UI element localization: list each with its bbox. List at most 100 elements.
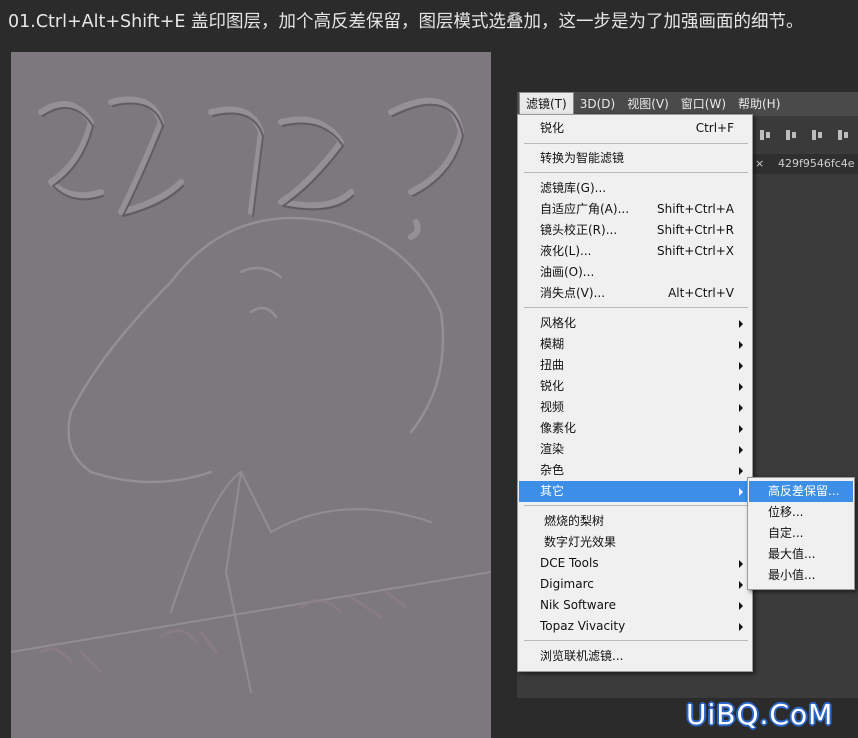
submenu-item-minimum[interactable]: 最小值...	[749, 565, 853, 586]
menu-item-label: 转换为智能滤镜	[540, 151, 625, 165]
align-bottom-icon[interactable]	[758, 127, 772, 143]
submenu-item-label: 最小值...	[768, 568, 816, 582]
submenu-item-offset[interactable]: 位移...	[749, 502, 853, 523]
menu-filter[interactable]: 滤镜(T)	[519, 92, 574, 116]
submenu-arrow-icon	[739, 341, 743, 349]
menu-separator	[524, 307, 748, 308]
menu-item-label: 模糊	[540, 337, 565, 351]
menu-item-video[interactable]: 视频	[519, 397, 751, 418]
distribute-icon[interactable]	[836, 127, 850, 143]
submenu-arrow-icon	[739, 446, 743, 454]
menu-item-burning-pear[interactable]: 燃烧的梨树	[519, 511, 751, 532]
menu-item-adaptive-wide-angle[interactable]: 自适应广角(A)... Shift+Ctrl+A	[519, 199, 751, 220]
close-tab-icon[interactable]: ×	[755, 154, 764, 174]
menu-3d[interactable]: 3D(D)	[574, 93, 621, 115]
menu-item-liquify[interactable]: 液化(L)... Shift+Ctrl+X	[519, 241, 751, 262]
menu-bar: 滤镜(T) 3D(D) 视图(V) 窗口(W) 帮助(H)	[517, 92, 858, 116]
menu-item-label: 燃烧的梨树	[544, 514, 605, 528]
submenu-arrow-icon	[739, 425, 743, 433]
menu-item-pixelate[interactable]: 像素化	[519, 418, 751, 439]
menu-window[interactable]: 窗口(W)	[675, 93, 732, 115]
menu-separator	[524, 172, 748, 173]
menu-item-render[interactable]: 渲染	[519, 439, 751, 460]
menu-separator	[524, 640, 748, 641]
menu-item-shortcut: Ctrl+F	[695, 121, 734, 135]
document-tab-name: 429f9546fc4e	[778, 157, 855, 170]
menu-item-blur[interactable]: 模糊	[519, 334, 751, 355]
filter-menu: 锐化 Ctrl+F 转换为智能滤镜 滤镜库(G)... 自适应广角(A)... …	[517, 114, 753, 672]
menu-item-label: 自适应广角(A)...	[540, 202, 630, 216]
submenu-item-label: 自定...	[768, 526, 804, 540]
menu-item-browse-online[interactable]: 浏览联机滤镜...	[519, 646, 751, 667]
menu-item-shortcut: Alt+Ctrl+V	[668, 286, 734, 300]
menu-item-label: 风格化	[540, 316, 577, 330]
menu-item-shortcut: Shift+Ctrl+R	[656, 223, 734, 237]
menu-item-oil-paint[interactable]: 油画(O)...	[519, 262, 751, 283]
menu-item-label: Digimarc	[540, 577, 594, 591]
menu-item-noise[interactable]: 杂色	[519, 460, 751, 481]
canvas-artwork	[11, 52, 491, 738]
align-hcenter-icon[interactable]	[784, 127, 798, 143]
submenu-arrow-icon	[739, 320, 743, 328]
menu-help[interactable]: 帮助(H)	[732, 93, 786, 115]
menu-item-label: 锐化	[540, 379, 565, 393]
menu-item-digimarc[interactable]: Digimarc	[519, 574, 751, 595]
menu-item-label: 油画(O)...	[540, 265, 595, 279]
menu-item-nik-software[interactable]: Nik Software	[519, 595, 751, 616]
menu-item-label: 液化(L)...	[540, 244, 592, 258]
menu-item-stylize[interactable]: 风格化	[519, 313, 751, 334]
menu-item-label: 杂色	[540, 463, 565, 477]
menu-separator	[524, 143, 748, 144]
submenu-item-label: 高反差保留...	[768, 484, 840, 498]
menu-item-label: 浏览联机滤镜...	[540, 649, 624, 663]
menu-item-last-filter[interactable]: 锐化 Ctrl+F	[519, 118, 751, 139]
menu-item-label: 渲染	[540, 442, 565, 456]
submenu-arrow-icon	[739, 488, 743, 496]
menu-item-label: 数字灯光效果	[544, 535, 617, 549]
submenu-item-high-pass[interactable]: 高反差保留...	[749, 481, 853, 502]
submenu-arrow-icon	[739, 467, 743, 475]
menu-item-convert-smart[interactable]: 转换为智能滤镜	[519, 148, 751, 169]
menu-item-label: 消失点(V)...	[540, 286, 606, 300]
menu-item-distort[interactable]: 扭曲	[519, 355, 751, 376]
submenu-item-label: 最大值...	[768, 547, 816, 561]
document-tab[interactable]: × 429f9546fc4e	[752, 154, 858, 174]
menu-item-digital-lighting[interactable]: 数字灯光效果	[519, 532, 751, 553]
other-submenu: 高反差保留... 位移... 自定... 最大值... 最小值...	[747, 477, 855, 590]
submenu-item-label: 位移...	[768, 505, 804, 519]
submenu-arrow-icon	[739, 404, 743, 412]
menu-item-vanishing-point[interactable]: 消失点(V)... Alt+Ctrl+V	[519, 283, 751, 304]
options-toolbar	[752, 118, 858, 152]
site-watermark: UiBQ.CoM	[686, 698, 834, 731]
menu-item-label: 视频	[540, 400, 565, 414]
menu-item-other[interactable]: 其它	[519, 481, 751, 502]
tutorial-caption: 01.Ctrl+Alt+Shift+E 盖印图层，加个高反差保留，图层模式选叠加…	[8, 12, 804, 32]
menu-item-label: 滤镜库(G)...	[540, 181, 607, 195]
submenu-item-custom[interactable]: 自定...	[749, 523, 853, 544]
menu-item-lens-correction[interactable]: 镜头校正(R)... Shift+Ctrl+R	[519, 220, 751, 241]
menu-item-label: Nik Software	[540, 598, 616, 612]
menu-item-label: 像素化	[540, 421, 577, 435]
submenu-arrow-icon	[739, 383, 743, 391]
menu-item-label: DCE Tools	[540, 556, 599, 570]
menu-item-shortcut: Shift+Ctrl+A	[657, 202, 734, 216]
artwork-drawing	[11, 96, 491, 693]
menu-item-label: 镜头校正(R)...	[540, 223, 618, 237]
menu-item-topaz-vivacity[interactable]: Topaz Vivacity	[519, 616, 751, 637]
menu-item-shortcut: Shift+Ctrl+X	[657, 244, 734, 258]
submenu-arrow-icon	[739, 581, 743, 589]
menu-item-label: 其它	[540, 484, 565, 498]
menu-item-label: 锐化	[540, 121, 565, 135]
align-right-icon[interactable]	[810, 127, 824, 143]
menu-item-label: 扭曲	[540, 358, 565, 372]
menu-separator	[524, 505, 748, 506]
submenu-arrow-icon	[739, 623, 743, 631]
submenu-arrow-icon	[739, 362, 743, 370]
submenu-arrow-icon	[739, 602, 743, 610]
menu-item-sharpen[interactable]: 锐化	[519, 376, 751, 397]
submenu-item-maximum[interactable]: 最大值...	[749, 544, 853, 565]
menu-view[interactable]: 视图(V)	[621, 93, 675, 115]
menu-item-label: Topaz Vivacity	[540, 619, 626, 633]
menu-item-filter-gallery[interactable]: 滤镜库(G)...	[519, 178, 751, 199]
menu-item-dce-tools[interactable]: DCE Tools	[519, 553, 751, 574]
